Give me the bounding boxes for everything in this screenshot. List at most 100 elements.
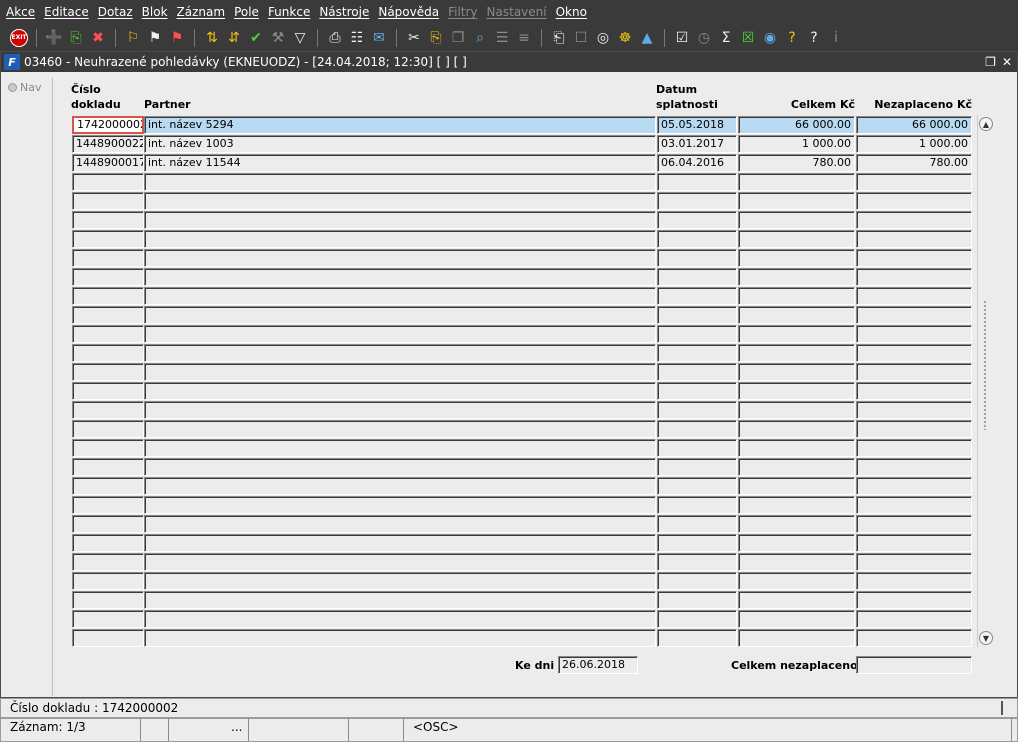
cell-total[interactable]	[738, 192, 855, 210]
help-button[interactable]: ?	[803, 27, 825, 49]
menu-nastaveni[interactable]: Nastavení	[487, 5, 547, 19]
excel-export-button[interactable]: ☒	[737, 27, 759, 49]
cell-unpaid[interactable]	[856, 173, 972, 191]
cell-unpaid[interactable]	[856, 382, 972, 400]
cell-doc[interactable]	[72, 287, 144, 305]
search-button[interactable]: ⌕	[469, 27, 491, 49]
cell-due[interactable]	[657, 572, 737, 590]
cell-unpaid[interactable]	[856, 458, 972, 476]
cell-unpaid[interactable]: 1 000.00	[856, 135, 972, 153]
cell-partner[interactable]	[144, 610, 656, 628]
cell-due[interactable]	[657, 591, 737, 609]
cell-total[interactable]: 1 000.00	[738, 135, 855, 153]
cell-total[interactable]	[738, 439, 855, 457]
cell-unpaid[interactable]	[856, 268, 972, 286]
cell-partner[interactable]	[144, 325, 656, 343]
cell-total[interactable]	[738, 591, 855, 609]
cell-doc[interactable]	[72, 344, 144, 362]
cell-doc[interactable]: 1448900017	[72, 154, 144, 172]
cell-due[interactable]	[657, 401, 737, 419]
cell-total[interactable]	[738, 496, 855, 514]
delete-record-button[interactable]: ✖	[87, 27, 109, 49]
cell-due[interactable]	[657, 439, 737, 457]
scroll-up-button[interactable]: ▲	[979, 117, 993, 131]
document-button[interactable]: ☐	[570, 27, 592, 49]
cell-unpaid[interactable]	[856, 344, 972, 362]
cell-total[interactable]	[738, 401, 855, 419]
cell-unpaid[interactable]	[856, 401, 972, 419]
cell-doc[interactable]	[72, 629, 144, 647]
filter-button[interactable]: ▽	[289, 27, 311, 49]
cell-unpaid[interactable]	[856, 553, 972, 571]
cell-doc[interactable]	[72, 363, 144, 381]
cell-due[interactable]: 05.05.2018	[657, 116, 737, 134]
settings-button[interactable]: ☸	[614, 27, 636, 49]
cell-doc[interactable]	[72, 591, 144, 609]
cell-total[interactable]	[738, 173, 855, 191]
cell-unpaid[interactable]	[856, 230, 972, 248]
cell-due[interactable]	[657, 553, 737, 571]
cell-doc[interactable]: 1448900022	[72, 135, 144, 153]
menu-napoveda[interactable]: Nápověda	[378, 5, 439, 19]
cell-total[interactable]	[738, 572, 855, 590]
cell-partner[interactable]	[144, 629, 656, 647]
cell-partner[interactable]	[144, 572, 656, 590]
cell-due[interactable]	[657, 363, 737, 381]
cell-unpaid[interactable]	[856, 572, 972, 590]
cell-partner[interactable]	[144, 401, 656, 419]
cell-unpaid[interactable]	[856, 534, 972, 552]
cell-partner[interactable]	[144, 458, 656, 476]
cell-doc[interactable]	[72, 230, 144, 248]
chart-button[interactable]: ☑	[671, 27, 693, 49]
cell-unpaid[interactable]: 780.00	[856, 154, 972, 172]
cell-doc[interactable]	[72, 268, 144, 286]
cell-doc[interactable]	[72, 325, 144, 343]
cell-unpaid[interactable]	[856, 477, 972, 495]
cell-partner[interactable]: int. název 5294	[144, 116, 656, 134]
cell-partner[interactable]	[144, 496, 656, 514]
cell-total[interactable]	[738, 610, 855, 628]
cell-partner[interactable]	[144, 268, 656, 286]
copy-record-button[interactable]: ⎘	[65, 27, 87, 49]
cell-doc[interactable]	[72, 173, 144, 191]
cell-partner[interactable]	[144, 192, 656, 210]
cell-partner[interactable]	[144, 249, 656, 267]
query-cancel-button[interactable]: ⚑	[166, 27, 188, 49]
cell-doc[interactable]	[72, 382, 144, 400]
cell-due[interactable]	[657, 192, 737, 210]
copy-button[interactable]: ❐	[447, 27, 469, 49]
cell-partner[interactable]	[144, 287, 656, 305]
cell-partner[interactable]	[144, 591, 656, 609]
sum-button[interactable]: Σ	[715, 27, 737, 49]
cell-total[interactable]	[738, 363, 855, 381]
cell-unpaid[interactable]	[856, 211, 972, 229]
cell-due[interactable]	[657, 496, 737, 514]
cell-due[interactable]	[657, 420, 737, 438]
cell-unpaid[interactable]	[856, 325, 972, 343]
cell-unpaid[interactable]	[856, 249, 972, 267]
sort-ascending-button[interactable]: ⇅	[201, 27, 223, 49]
cell-doc[interactable]	[72, 306, 144, 324]
cell-due[interactable]	[657, 173, 737, 191]
cell-total[interactable]	[738, 230, 855, 248]
cell-total[interactable]	[738, 268, 855, 286]
cell-due[interactable]	[657, 610, 737, 628]
restore-window-icon[interactable]: ❐	[985, 55, 996, 69]
query-enter-button[interactable]: ⚐	[122, 27, 144, 49]
cell-doc[interactable]	[72, 211, 144, 229]
cell-unpaid[interactable]	[856, 192, 972, 210]
cell-unpaid[interactable]	[856, 439, 972, 457]
cell-unpaid[interactable]	[856, 363, 972, 381]
cell-due[interactable]	[657, 458, 737, 476]
exit-button[interactable]: EXIT	[8, 27, 30, 49]
menu-zaznam[interactable]: Záznam	[177, 5, 226, 19]
cell-unpaid[interactable]: 66 000.00	[856, 116, 972, 134]
cell-due[interactable]	[657, 477, 737, 495]
cell-partner[interactable]	[144, 420, 656, 438]
clock-button[interactable]: ◷	[693, 27, 715, 49]
insert-record-button[interactable]: ➕	[43, 27, 65, 49]
ke-dni-field[interactable]: 26.06.2018	[558, 656, 638, 674]
cell-total[interactable]	[738, 553, 855, 571]
cell-unpaid[interactable]	[856, 496, 972, 514]
cell-total[interactable]: 780.00	[738, 154, 855, 172]
